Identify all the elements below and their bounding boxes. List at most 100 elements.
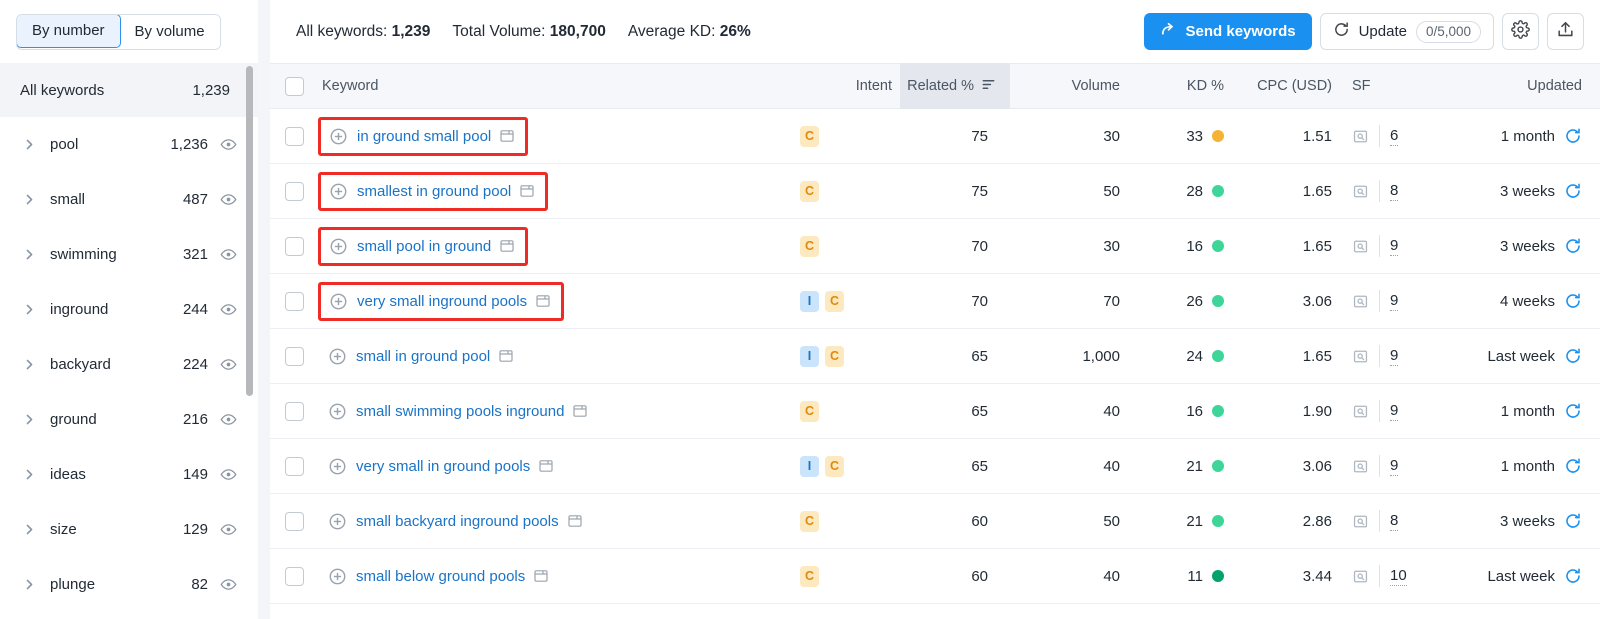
eye-icon[interactable] xyxy=(220,191,238,209)
serp-preview-icon[interactable] xyxy=(572,403,588,419)
keyword-link[interactable]: in ground small pool xyxy=(357,128,491,145)
refresh-row-icon[interactable] xyxy=(1564,292,1582,310)
add-keyword-icon[interactable] xyxy=(328,402,347,421)
add-keyword-icon[interactable] xyxy=(328,567,347,586)
keyword-link[interactable]: small in ground pool xyxy=(356,348,490,365)
row-checkbox[interactable] xyxy=(284,236,304,256)
keyword-link[interactable]: small below ground pools xyxy=(356,568,525,585)
serp-preview-icon[interactable] xyxy=(519,183,535,199)
send-keywords-button[interactable]: Send keywords xyxy=(1143,13,1312,50)
serp-preview-icon[interactable] xyxy=(499,238,515,254)
intent-badge-I[interactable]: I xyxy=(800,455,819,477)
refresh-row-icon[interactable] xyxy=(1564,182,1582,200)
serp-preview-icon[interactable] xyxy=(535,293,551,309)
chevron-right-icon[interactable] xyxy=(20,303,38,316)
intent-badge-C[interactable]: C xyxy=(800,235,819,257)
eye-icon[interactable] xyxy=(220,466,238,484)
toggle-by-volume[interactable]: By volume xyxy=(119,14,220,49)
table-row[interactable]: small swimming pools inground C 65 40 16 1.90… xyxy=(270,384,1600,439)
column-header-keyword[interactable]: Keyword xyxy=(318,78,790,94)
sidebar-item-swimming[interactable]: swimming 321 xyxy=(0,227,258,282)
row-checkbox[interactable] xyxy=(284,456,304,476)
column-header-volume[interactable]: Volume xyxy=(1010,78,1130,94)
eye-icon[interactable] xyxy=(220,356,238,374)
column-header-kd[interactable]: KD % xyxy=(1130,78,1238,94)
add-keyword-icon[interactable] xyxy=(328,347,347,366)
sidebar-item-size[interactable]: size 129 xyxy=(0,502,258,557)
row-checkbox[interactable] xyxy=(284,566,304,586)
serp-features-icon[interactable] xyxy=(1352,183,1369,200)
row-checkbox[interactable] xyxy=(284,511,304,531)
serp-features-icon[interactable] xyxy=(1352,128,1369,145)
sf-count[interactable]: 9 xyxy=(1390,237,1399,256)
serp-preview-icon[interactable] xyxy=(499,128,515,144)
sf-count[interactable]: 8 xyxy=(1390,512,1399,531)
chevron-right-icon[interactable] xyxy=(20,578,38,591)
row-checkbox[interactable] xyxy=(284,126,304,146)
column-header-related[interactable]: Related % xyxy=(900,63,1010,109)
intent-badge-I[interactable]: I xyxy=(800,345,819,367)
serp-features-icon[interactable] xyxy=(1352,348,1369,365)
update-button[interactable]: Update 0/5,000 xyxy=(1319,13,1494,50)
column-header-intent[interactable]: Intent xyxy=(790,78,900,94)
intent-badge-I[interactable]: I xyxy=(800,290,819,312)
sf-count[interactable]: 10 xyxy=(1390,567,1407,586)
serp-preview-icon[interactable] xyxy=(533,568,549,584)
refresh-row-icon[interactable] xyxy=(1564,457,1582,475)
keyword-link[interactable]: smallest in ground pool xyxy=(357,183,511,200)
intent-badge-C[interactable]: C xyxy=(825,290,844,312)
serp-preview-icon[interactable] xyxy=(538,458,554,474)
keyword-link[interactable]: very small inground pools xyxy=(357,293,527,310)
refresh-row-icon[interactable] xyxy=(1564,567,1582,585)
sf-count[interactable]: 9 xyxy=(1390,457,1399,476)
column-header-sf[interactable]: SF xyxy=(1346,78,1450,94)
sf-count[interactable]: 9 xyxy=(1390,402,1399,421)
add-keyword-icon[interactable] xyxy=(329,182,348,201)
sidebar-item-ideas[interactable]: ideas 149 xyxy=(0,447,258,502)
eye-icon[interactable] xyxy=(220,301,238,319)
serp-preview-icon[interactable] xyxy=(567,513,583,529)
refresh-row-icon[interactable] xyxy=(1564,347,1582,365)
add-keyword-icon[interactable] xyxy=(329,292,348,311)
keyword-link[interactable]: small backyard inground pools xyxy=(356,513,559,530)
serp-features-icon[interactable] xyxy=(1352,568,1369,585)
sf-count[interactable]: 8 xyxy=(1390,182,1399,201)
chevron-right-icon[interactable] xyxy=(20,523,38,536)
intent-badge-C[interactable]: C xyxy=(800,510,819,532)
table-row[interactable]: in ground small pool C 75 30 33 1.51 6 1 month xyxy=(270,109,1600,164)
add-keyword-icon[interactable] xyxy=(329,127,348,146)
sidebar-item-all-keywords[interactable]: All keywords 1,239 xyxy=(0,63,258,117)
chevron-right-icon[interactable] xyxy=(20,468,38,481)
serp-features-icon[interactable] xyxy=(1352,293,1369,310)
eye-icon[interactable] xyxy=(220,246,238,264)
serp-features-icon[interactable] xyxy=(1352,513,1369,530)
intent-badge-C[interactable]: C xyxy=(800,180,819,202)
sidebar-item-small[interactable]: small 487 xyxy=(0,172,258,227)
sidebar-scrollbar[interactable] xyxy=(246,66,253,396)
sidebar-item-ground[interactable]: ground 216 xyxy=(0,392,258,447)
refresh-row-icon[interactable] xyxy=(1564,127,1582,145)
table-row[interactable]: very small in ground pools I C 65 40 21 3.06 9 1… xyxy=(270,439,1600,494)
table-row[interactable]: small pool in ground C 70 30 16 1.65 9 3 weeks xyxy=(270,219,1600,274)
chevron-right-icon[interactable] xyxy=(20,138,38,151)
row-checkbox[interactable] xyxy=(284,181,304,201)
intent-badge-C[interactable]: C xyxy=(800,400,819,422)
intent-badge-C[interactable]: C xyxy=(825,345,844,367)
intent-badge-C[interactable]: C xyxy=(825,455,844,477)
toggle-by-number[interactable]: By number xyxy=(16,14,121,48)
keyword-link[interactable]: small pool in ground xyxy=(357,238,491,255)
row-checkbox[interactable] xyxy=(284,346,304,366)
add-keyword-icon[interactable] xyxy=(329,237,348,256)
refresh-row-icon[interactable] xyxy=(1564,512,1582,530)
sf-count[interactable]: 9 xyxy=(1390,292,1399,311)
chevron-right-icon[interactable] xyxy=(20,193,38,206)
intent-badge-C[interactable]: C xyxy=(800,125,819,147)
sidebar-item-plunge[interactable]: plunge 82 xyxy=(0,557,258,612)
sidebar-item-pool[interactable]: pool 1,236 xyxy=(0,117,258,172)
keyword-link[interactable]: very small in ground pools xyxy=(356,458,530,475)
eye-icon[interactable] xyxy=(220,136,238,154)
refresh-row-icon[interactable] xyxy=(1564,237,1582,255)
sidebar-item-backyard[interactable]: backyard 224 xyxy=(0,337,258,392)
keyword-link[interactable]: small swimming pools inground xyxy=(356,403,564,420)
chevron-right-icon[interactable] xyxy=(20,248,38,261)
